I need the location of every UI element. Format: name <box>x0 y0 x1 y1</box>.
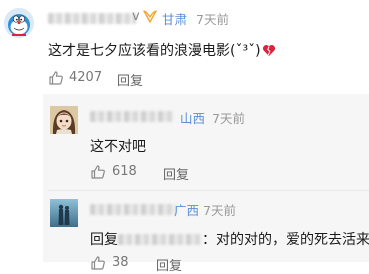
doraemon-avatar-icon <box>4 8 34 38</box>
reply-time: 7天前 <box>212 111 245 126</box>
reply-username-blurred[interactable] <box>90 204 176 215</box>
like-icon[interactable] <box>90 164 106 180</box>
reply-button[interactable]: 回复 <box>163 164 189 183</box>
like-icon[interactable] <box>90 255 106 271</box>
couple-silhouette-avatar-icon <box>50 199 78 227</box>
like-count: 38 <box>112 255 129 270</box>
comment-time: 7天前 <box>196 12 229 27</box>
reply-button[interactable]: 回复 <box>156 255 182 274</box>
broken-heart-icon <box>262 44 276 57</box>
like-icon[interactable] <box>48 70 64 86</box>
divider <box>48 190 369 191</box>
mentioned-username-blurred[interactable] <box>118 234 202 245</box>
avatar[interactable] <box>50 199 78 227</box>
reply-button[interactable]: 回复 <box>117 70 143 89</box>
reply-prefix: 回复 <box>90 232 118 248</box>
reply-location: 广西 <box>174 203 200 218</box>
reply-text-content: ：对的对的，爱的死去活来 <box>202 232 369 248</box>
avatar[interactable] <box>50 106 78 134</box>
reply-time: 7天前 <box>203 203 236 218</box>
comment-text-content: 这才是七夕应该看的浪漫电影(ˇ³ˇ) <box>48 43 261 59</box>
username-blurred[interactable] <box>48 13 136 24</box>
avatar[interactable] <box>4 8 34 38</box>
reply-location: 山西 <box>180 111 206 126</box>
comment-location: 甘肃 <box>162 12 188 27</box>
reply-text: 这不对吧 <box>90 139 146 155</box>
comment-text: 这才是七夕应该看的浪漫电影(ˇ³ˇ) <box>48 40 276 60</box>
reply-username-blurred[interactable] <box>90 111 174 122</box>
like-count: 618 <box>112 164 137 179</box>
reply-text: 回复 ：对的对的，爱的死去活来 <box>90 229 369 249</box>
like-count: 4207 <box>69 70 103 85</box>
wings-badge-icon <box>143 8 157 24</box>
username[interactable]: v <box>132 9 140 24</box>
anime-girl-avatar-icon <box>50 106 78 134</box>
